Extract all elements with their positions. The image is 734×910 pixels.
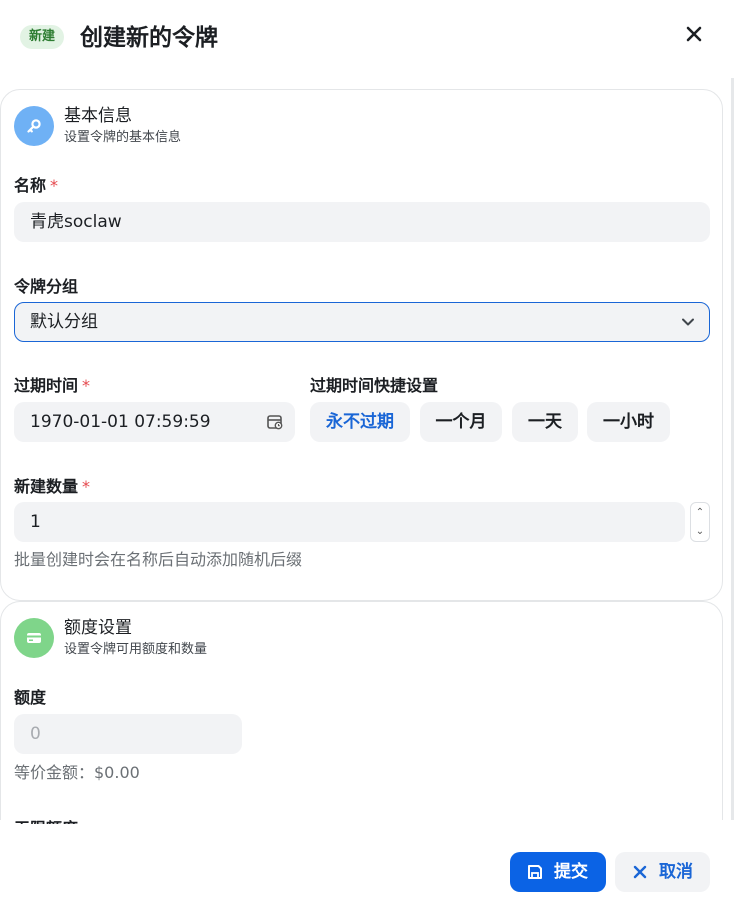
chevron-up-icon[interactable]: ⌃ [691,503,709,522]
quick-expire-label: 过期时间快捷设置 [310,376,439,395]
cancel-label: 取消 [659,862,693,882]
quick-never-button[interactable]: 永不过期 [310,402,410,442]
chevron-down-icon [682,318,694,326]
section-subtitle: 设置令牌可用额度和数量 [64,642,208,657]
equivalent-amount: 等价金额：$0.00 [14,763,140,782]
submit-button[interactable]: 提交 [510,852,606,892]
quota-input[interactable]: 0 [14,714,242,754]
chevron-down-icon[interactable]: ⌄ [691,522,709,541]
required-mark: * [82,376,91,395]
count-label: 新建数量 * [14,477,91,496]
quick-month-button[interactable]: 一个月 [420,402,502,442]
new-badge: 新建 [20,25,65,49]
section-subtitle: 设置令牌的基本信息 [64,130,182,145]
expire-date-value: 1970-01-01 07:59:59 [30,412,211,432]
credit-card-icon [14,618,54,658]
save-icon [528,865,542,879]
close-icon [633,865,647,879]
name-input[interactable]: 青虎soclaw [14,202,710,242]
quick-day-button[interactable]: 一天 [512,402,578,442]
page-title: 创建新的令牌 [80,25,218,51]
modal-header: 新建 创建新的令牌 [0,0,734,76]
expire-label: 过期时间 * [14,376,91,395]
submit-label: 提交 [554,862,588,882]
name-label: 名称 * [14,176,59,195]
count-help-text: 批量创建时会在名称后自动添加随机后缀 [14,550,303,569]
close-button[interactable] [681,21,707,47]
group-label: 令牌分组 [14,277,79,296]
required-mark: * [82,477,91,496]
unlimited-quota-label: 无限额度 [14,818,78,824]
quota-label: 额度 [14,688,47,707]
key-icon [14,106,54,146]
group-select[interactable]: 默认分组 [14,302,710,342]
close-icon [686,26,702,42]
quick-hour-button[interactable]: 一小时 [587,402,670,442]
cancel-button[interactable]: 取消 [615,852,710,892]
section-title: 额度设置 [64,618,132,638]
section-title: 基本信息 [64,106,132,126]
count-input[interactable]: 1 [14,502,685,542]
calendar-clock-icon[interactable] [266,413,284,431]
group-select-value: 默认分组 [30,312,98,332]
count-stepper[interactable]: ⌃ ⌄ [690,502,710,542]
expire-date-input[interactable]: 1970-01-01 07:59:59 [14,402,295,442]
required-mark: * [50,176,59,195]
